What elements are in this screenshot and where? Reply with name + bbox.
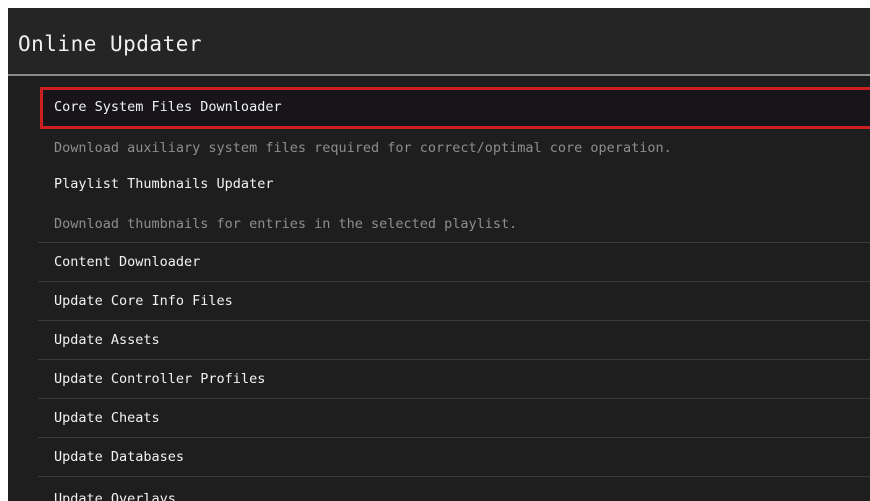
online-updater-screen: Online Updater Core System Files Downloa…: [8, 8, 870, 501]
menu-item-playlist-thumbnails-updater[interactable]: Playlist Thumbnails Updater Download thu…: [38, 165, 870, 243]
menu-item-label: Content Downloader: [54, 254, 201, 270]
header-divider: [8, 74, 870, 76]
page-title: Online Updater: [18, 32, 203, 56]
menu-item-content-downloader[interactable]: Content Downloader: [38, 243, 870, 282]
menu-item-update-cheats[interactable]: Update Cheats: [38, 399, 870, 438]
menu-item-label: Core System Files Downloader: [54, 99, 282, 115]
menu-item-update-controller-profiles[interactable]: Update Controller Profiles: [38, 360, 870, 399]
menu-item-label: Update Cheats: [54, 410, 160, 426]
menu-item-update-overlays[interactable]: Update Overlays: [38, 477, 870, 501]
menu-item-label: Update Overlays: [54, 491, 176, 501]
menu-item-update-assets[interactable]: Update Assets: [38, 321, 870, 360]
menu-item-sublabel: Download auxiliary system files required…: [54, 140, 672, 156]
menu-item-update-databases[interactable]: Update Databases: [38, 438, 870, 477]
menu-list: Core System Files Downloader Download au…: [38, 87, 870, 501]
menu-item-label: Update Controller Profiles: [54, 371, 266, 387]
menu-item-sublabel: Download thumbnails for entries in the s…: [54, 216, 518, 232]
menu-item-label: Playlist Thumbnails Updater: [54, 176, 274, 192]
menu-item-core-system-files-downloader[interactable]: Core System Files Downloader Download au…: [38, 87, 870, 165]
menu-item-label: Update Core Info Files: [54, 293, 233, 309]
menu-item-label: Update Databases: [54, 449, 185, 465]
menu-item-update-core-info-files[interactable]: Update Core Info Files: [38, 282, 870, 321]
header: Online Updater: [8, 8, 870, 76]
menu-item-label: Update Assets: [54, 332, 160, 348]
